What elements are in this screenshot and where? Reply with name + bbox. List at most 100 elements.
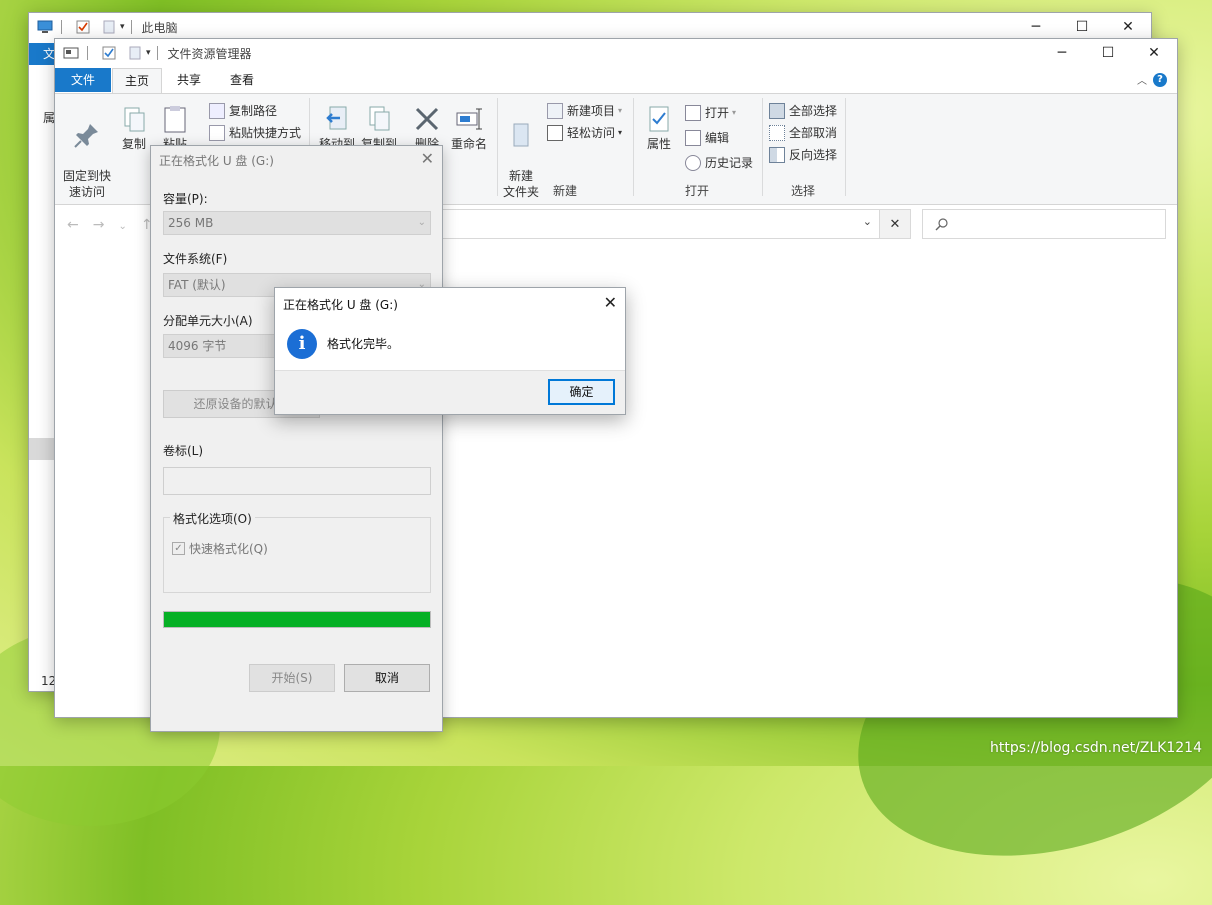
easy-access-icon	[547, 124, 563, 141]
separator	[130, 20, 132, 34]
group-label-new: 新建	[553, 184, 578, 198]
window-title: 文件资源管理器	[167, 46, 252, 61]
volume-label-input[interactable]	[163, 467, 431, 495]
easy-access-label: 轻松访问	[567, 126, 616, 140]
close-button[interactable]: ✕	[421, 149, 434, 168]
tab-view[interactable]: 查看	[218, 68, 266, 92]
tab-home[interactable]: 主页	[112, 68, 162, 93]
paste-shortcut-button[interactable]: 粘贴快捷方式	[209, 124, 301, 141]
forward-arrow-icon[interactable]: →	[93, 217, 119, 233]
open-icon	[685, 104, 701, 121]
computer-icon	[37, 20, 53, 34]
maximize-button[interactable]: ☐	[1085, 39, 1131, 67]
group-label-select: 选择	[791, 184, 816, 198]
allocation-unit-label: 分配单元大小(A)	[163, 314, 253, 328]
delete-icon	[415, 107, 439, 131]
maximize-button[interactable]: ☐	[1059, 13, 1105, 41]
properties-icon	[649, 106, 669, 132]
file-system-label: 文件系统(F)	[163, 252, 228, 266]
recent-dropdown-icon[interactable]: ⌄	[118, 221, 140, 232]
separator	[61, 20, 62, 34]
paste-icon	[164, 106, 186, 133]
back-arrow-icon[interactable]: ←	[67, 217, 93, 233]
separator	[87, 46, 88, 60]
dialog-title: 正在格式化 U 盘 (G:)	[283, 298, 398, 312]
nav-selected-item[interactable]	[29, 438, 55, 460]
edit-label: 编辑	[705, 131, 730, 145]
properties-icon[interactable]	[76, 20, 90, 34]
group-divider	[497, 98, 498, 196]
capacity-label: 容量(P):	[163, 192, 208, 206]
collapse-ribbon-icon[interactable]: ︿	[1137, 72, 1147, 87]
tab-file[interactable]: 文	[29, 43, 57, 65]
volume-label-label: 卷标(L)	[163, 444, 204, 458]
rename-label: 重命名	[450, 137, 487, 151]
customize-qat-icon[interactable]: ▾	[146, 48, 151, 58]
address-bar[interactable]: ⌄	[435, 209, 881, 239]
minimize-button[interactable]: ─	[1039, 39, 1085, 67]
stop-button[interactable]: ✕	[879, 209, 911, 239]
select-none-button[interactable]: 全部取消	[769, 124, 837, 141]
help-icon[interactable]: ?	[1153, 73, 1167, 87]
copy-button[interactable]: 复制	[117, 104, 151, 152]
pin-label: 固定到快 速访问	[62, 169, 111, 199]
pin-quick-access-button[interactable]: 固定到快 速访问	[61, 104, 113, 200]
pin-icon	[74, 124, 98, 148]
copy-path-icon	[209, 102, 225, 119]
checkmark-icon: ✓	[172, 542, 185, 555]
select-all-button[interactable]: 全部选择	[769, 102, 837, 119]
copy-path-label: 复制路径	[229, 104, 278, 118]
select-none-label: 全部取消	[789, 126, 838, 140]
customize-qat-icon[interactable]: ▾	[120, 22, 125, 32]
tab-share[interactable]: 共享	[165, 68, 213, 92]
history-button[interactable]: 历史记录	[685, 154, 753, 171]
group-divider	[633, 98, 634, 196]
start-button[interactable]: 开始(S)	[249, 664, 335, 692]
close-icon: ✕	[889, 216, 901, 232]
capacity-value: 256 MB	[168, 216, 214, 230]
select-all-label: 全部选择	[789, 104, 838, 118]
rename-icon	[456, 108, 482, 130]
copy-path-button[interactable]: 复制路径	[209, 102, 277, 119]
rename-button[interactable]: 重命名	[449, 104, 489, 152]
invert-selection-button[interactable]: 反向选择	[769, 146, 837, 163]
ribbon-tabs: 文件 主页 共享 查看 ︿ ?	[55, 68, 1177, 93]
easy-access-button[interactable]: 轻松访问 ▾	[547, 124, 622, 141]
new-folder-button[interactable]: 新建 文件夹	[501, 104, 541, 200]
properties-icon[interactable]	[102, 46, 116, 60]
tab-file[interactable]: 文件	[55, 68, 111, 92]
paste-shortcut-label: 粘贴快捷方式	[229, 126, 302, 140]
minimize-button[interactable]: ─	[1013, 13, 1059, 41]
properties-button[interactable]: 属性	[639, 104, 679, 152]
properties-label: 属性	[646, 137, 671, 151]
format-complete-message-box: 正在格式化 U 盘 (G:) ✕ i 格式化完毕。 确定	[274, 287, 626, 415]
dropdown-arrow-icon: ▾	[618, 106, 623, 115]
copy-to-icon	[369, 106, 390, 131]
new-folder-icon[interactable]	[102, 20, 116, 34]
new-item-button[interactable]: 新建项目 ▾	[547, 102, 622, 119]
capacity-select[interactable]: 256 MB ⌄	[163, 211, 431, 235]
new-item-icon	[547, 102, 563, 119]
invert-selection-icon	[769, 146, 785, 163]
move-to-icon	[326, 106, 347, 130]
new-folder-icon	[513, 123, 529, 147]
search-icon	[935, 218, 948, 231]
dialog-title: 正在格式化 U 盘 (G:)	[159, 154, 274, 168]
separator	[156, 46, 158, 60]
cancel-button[interactable]: 取消	[344, 664, 430, 692]
ok-button[interactable]: 确定	[548, 379, 615, 405]
quick-format-checkbox[interactable]: ✓ 快速格式化(Q)	[172, 540, 268, 557]
search-input[interactable]	[922, 209, 1166, 239]
chevron-down-icon: ⌄	[417, 217, 426, 228]
address-dropdown-icon[interactable]: ⌄	[863, 215, 872, 228]
format-progress-bar	[163, 611, 431, 628]
new-folder-icon[interactable]	[128, 46, 142, 60]
close-button[interactable]: ✕	[604, 293, 617, 312]
open-button[interactable]: 打开 ▾	[685, 104, 736, 121]
copy-icon	[124, 107, 145, 132]
format-options-label: 格式化选项(O)	[170, 510, 255, 527]
file-system-value: FAT (默认)	[168, 278, 226, 292]
edit-button[interactable]: 编辑	[685, 129, 729, 146]
close-button[interactable]: ✕	[1131, 39, 1177, 67]
close-button[interactable]: ✕	[1105, 13, 1151, 41]
